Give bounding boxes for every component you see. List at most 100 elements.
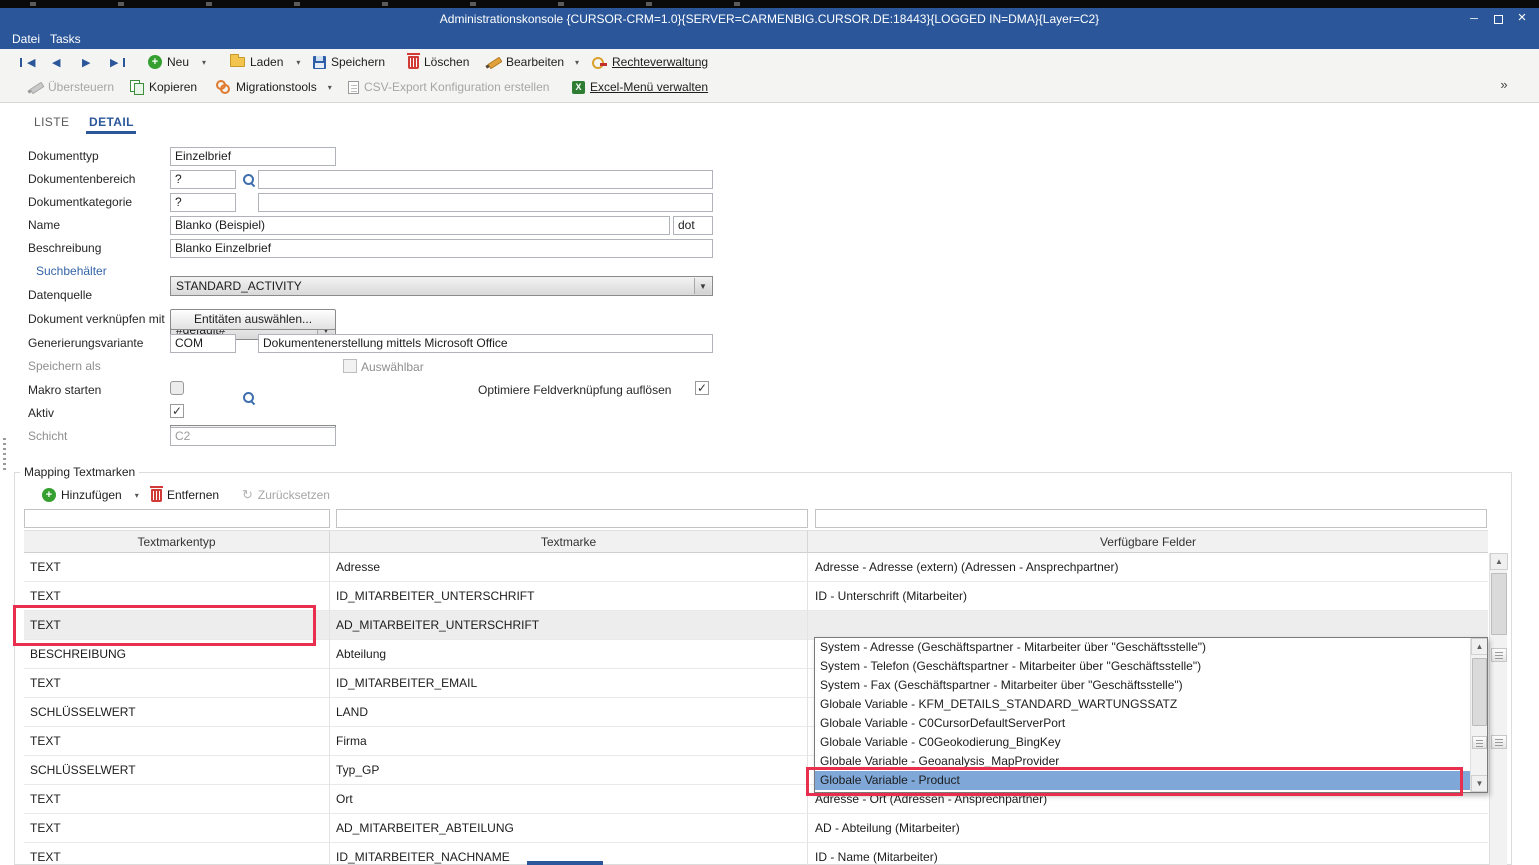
trash-icon: [151, 489, 162, 502]
kopieren-button[interactable]: Kopieren: [130, 77, 197, 97]
column-header-textmarke[interactable]: Textmarke: [330, 530, 808, 553]
datenquelle-label: Datenquelle: [28, 288, 92, 302]
dokumentkategorie-input[interactable]: ?: [170, 193, 236, 212]
nav-first-button[interactable]: ◀: [20, 52, 35, 72]
generierungsvariante-search-icon[interactable]: [243, 392, 255, 404]
generierungsvariante-input[interactable]: COM: [170, 334, 236, 353]
table-scrollbar[interactable]: ▲: [1489, 553, 1507, 865]
menubar: Datei Tasks: [0, 30, 1539, 49]
migrationstools-dropdown-icon[interactable]: ▾: [328, 83, 332, 92]
schicht-input: C2: [170, 427, 336, 446]
filter-verfuegbare-felder-input[interactable]: [815, 509, 1487, 528]
zuruecksetzen-label: Zurücksetzen: [258, 488, 330, 502]
laden-dropdown-icon[interactable]: ▾: [296, 58, 300, 67]
tab-detail[interactable]: DETAIL: [89, 115, 134, 129]
uebersteuern-button: Übersteuern: [28, 77, 114, 97]
aktiv-label: Aktiv: [28, 406, 54, 420]
cell-textmarke: ID_MITARBEITER_EMAIL: [330, 669, 808, 698]
dropdown-option[interactable]: System - Adresse (Geschäftspartner - Mit…: [815, 638, 1470, 657]
table-row[interactable]: TEXT Adresse Adresse - Adresse (extern) …: [24, 553, 1488, 582]
dokumenttyp-input[interactable]: Einzelbrief: [170, 147, 336, 166]
table-scroll-up-icon[interactable]: ▲: [1490, 553, 1508, 570]
dokumentenbereich-search-icon[interactable]: [243, 174, 255, 186]
name-input[interactable]: Blanko (Beispiel): [170, 216, 670, 235]
nav-next-button[interactable]: ▶: [82, 52, 90, 72]
nav-prev-button[interactable]: ◀: [52, 52, 60, 72]
filter-textmarke-input[interactable]: [336, 509, 808, 528]
cell-verfuegbare-felder[interactable]: ID - Unterschrift (Mitarbeiter): [808, 582, 1488, 611]
dropdown-option[interactable]: System - Fax (Geschäftspartner - Mitarbe…: [815, 676, 1470, 695]
optimiere-checkbox[interactable]: ✓: [695, 381, 709, 395]
entfernen-label: Entfernen: [167, 488, 219, 502]
dropdown-scrollbar-grip[interactable]: [1472, 736, 1487, 749]
hinzufuegen-dropdown-icon[interactable]: ▾: [135, 491, 139, 500]
hinzufuegen-button[interactable]: + Hinzufügen ▾: [42, 485, 139, 505]
dropdown-option[interactable]: System - Telefon (Geschäftspartner - Mit…: [815, 657, 1470, 676]
aktiv-checkbox[interactable]: ✓: [170, 404, 184, 418]
laden-button[interactable]: Laden ▾: [230, 52, 300, 72]
toolbar-overflow-button[interactable]: »: [1494, 75, 1514, 95]
filter-textmarkentyp-input[interactable]: [24, 509, 330, 528]
speichern-button[interactable]: Speichern: [313, 52, 385, 72]
bearbeiten-button[interactable]: Bearbeiten ▾: [486, 52, 579, 72]
dokumentenbereich-text-field: [258, 170, 713, 189]
cell-verfuegbare-felder[interactable]: ID - Name (Mitarbeiter): [808, 843, 1488, 865]
neu-dropdown-icon[interactable]: ▾: [202, 58, 206, 67]
tab-detail-underline: [86, 131, 136, 134]
entitaeten-auswaehlen-button[interactable]: Entitäten auswählen...: [170, 309, 336, 330]
panel-splitter-grip[interactable]: [1491, 648, 1507, 662]
table-scrollbar-thumb[interactable]: [1491, 573, 1507, 635]
dropdown-scrollbar[interactable]: ▲ ▼: [1470, 638, 1487, 792]
menu-datei[interactable]: Datei: [12, 32, 40, 46]
rechteverwaltung-button[interactable]: Rechteverwaltung: [592, 52, 708, 72]
column-header-textmarkentyp[interactable]: Textmarkentyp: [24, 530, 330, 553]
dropdown-scroll-up-icon[interactable]: ▲: [1471, 638, 1488, 655]
annotation-box-product-option: [806, 767, 1463, 796]
cell-verfuegbare-felder[interactable]: Adresse - Adresse (extern) (Adressen - A…: [808, 553, 1488, 582]
neu-button[interactable]: + Neu ▾: [148, 52, 206, 72]
csv-export-label: CSV-Export Konfiguration erstellen: [364, 80, 549, 94]
dropdown-option[interactable]: Globale Variable - KFM_DETAILS_STANDARD_…: [815, 695, 1470, 714]
refresh-icon: ↻: [242, 488, 253, 502]
optimiere-label: Optimiere Feldverknüpfung auflösen: [478, 383, 671, 397]
name-extension-input[interactable]: dot: [673, 216, 713, 235]
nav-last-bar-icon: [123, 58, 125, 67]
tab-liste[interactable]: LISTE: [34, 115, 69, 129]
neu-label: Neu: [167, 55, 189, 69]
suchbehaelter-dropdown[interactable]: STANDARD_ACTIVITY ▼: [170, 276, 713, 296]
cell-textmarkentyp: TEXT: [24, 669, 330, 698]
save-icon: [313, 56, 326, 69]
cell-verfuegbare-felder[interactable]: AD - Abteilung (Mitarbeiter): [808, 814, 1488, 843]
table-row[interactable]: TEXT AD_MITARBEITER_ABTEILUNG AD - Abtei…: [24, 814, 1488, 843]
loeschen-button[interactable]: Löschen: [408, 52, 469, 72]
excel-icon: X: [572, 81, 585, 94]
bearbeiten-dropdown-icon[interactable]: ▾: [575, 58, 579, 67]
csv-doc-icon: [348, 81, 359, 94]
menu-tasks[interactable]: Tasks: [50, 32, 81, 46]
dokumentenbereich-input[interactable]: ?: [170, 170, 236, 189]
dropdown-option[interactable]: Globale Variable - C0Geokodierung_BingKe…: [815, 733, 1470, 752]
close-button[interactable]: ×: [1512, 9, 1532, 27]
column-header-verfuegbare-felder[interactable]: Verfügbare Felder: [808, 530, 1488, 553]
table-row[interactable]: TEXT ID_MITARBEITER_NACHNAME ID - Name (…: [24, 843, 1488, 865]
nav-last-button[interactable]: ▶: [110, 52, 125, 72]
dropdown-scroll-down-icon[interactable]: ▼: [1471, 775, 1488, 792]
cell-textmarkentyp: SCHLÜSSELWERT: [24, 756, 330, 785]
maximize-button[interactable]: [1488, 10, 1508, 28]
csv-export-button: CSV-Export Konfiguration erstellen: [348, 77, 549, 97]
dropdown-option[interactable]: Globale Variable - C0CursorDefaultServer…: [815, 714, 1470, 733]
plus-circle-icon: +: [42, 488, 56, 502]
beschreibung-input[interactable]: Blanko Einzelbrief: [170, 239, 713, 258]
panel-splitter-grip[interactable]: [1491, 735, 1507, 749]
minimize-button[interactable]: ─: [1464, 10, 1484, 28]
cell-textmarke: Firma: [330, 727, 808, 756]
cell-verfuegbare-felder[interactable]: [808, 611, 1488, 640]
entfernen-button[interactable]: Entfernen: [151, 485, 219, 505]
excel-menu-label: Excel-Menü verwalten: [590, 80, 708, 94]
makro-starten-checkbox[interactable]: [170, 381, 184, 395]
splitter-handle[interactable]: [3, 438, 6, 470]
makro-starten-label: Makro starten: [28, 383, 101, 397]
migrationstools-button[interactable]: Migrationstools ▾: [216, 77, 332, 97]
dropdown-scrollbar-thumb[interactable]: [1472, 658, 1487, 726]
excel-menu-button[interactable]: X Excel-Menü verwalten: [572, 77, 708, 97]
